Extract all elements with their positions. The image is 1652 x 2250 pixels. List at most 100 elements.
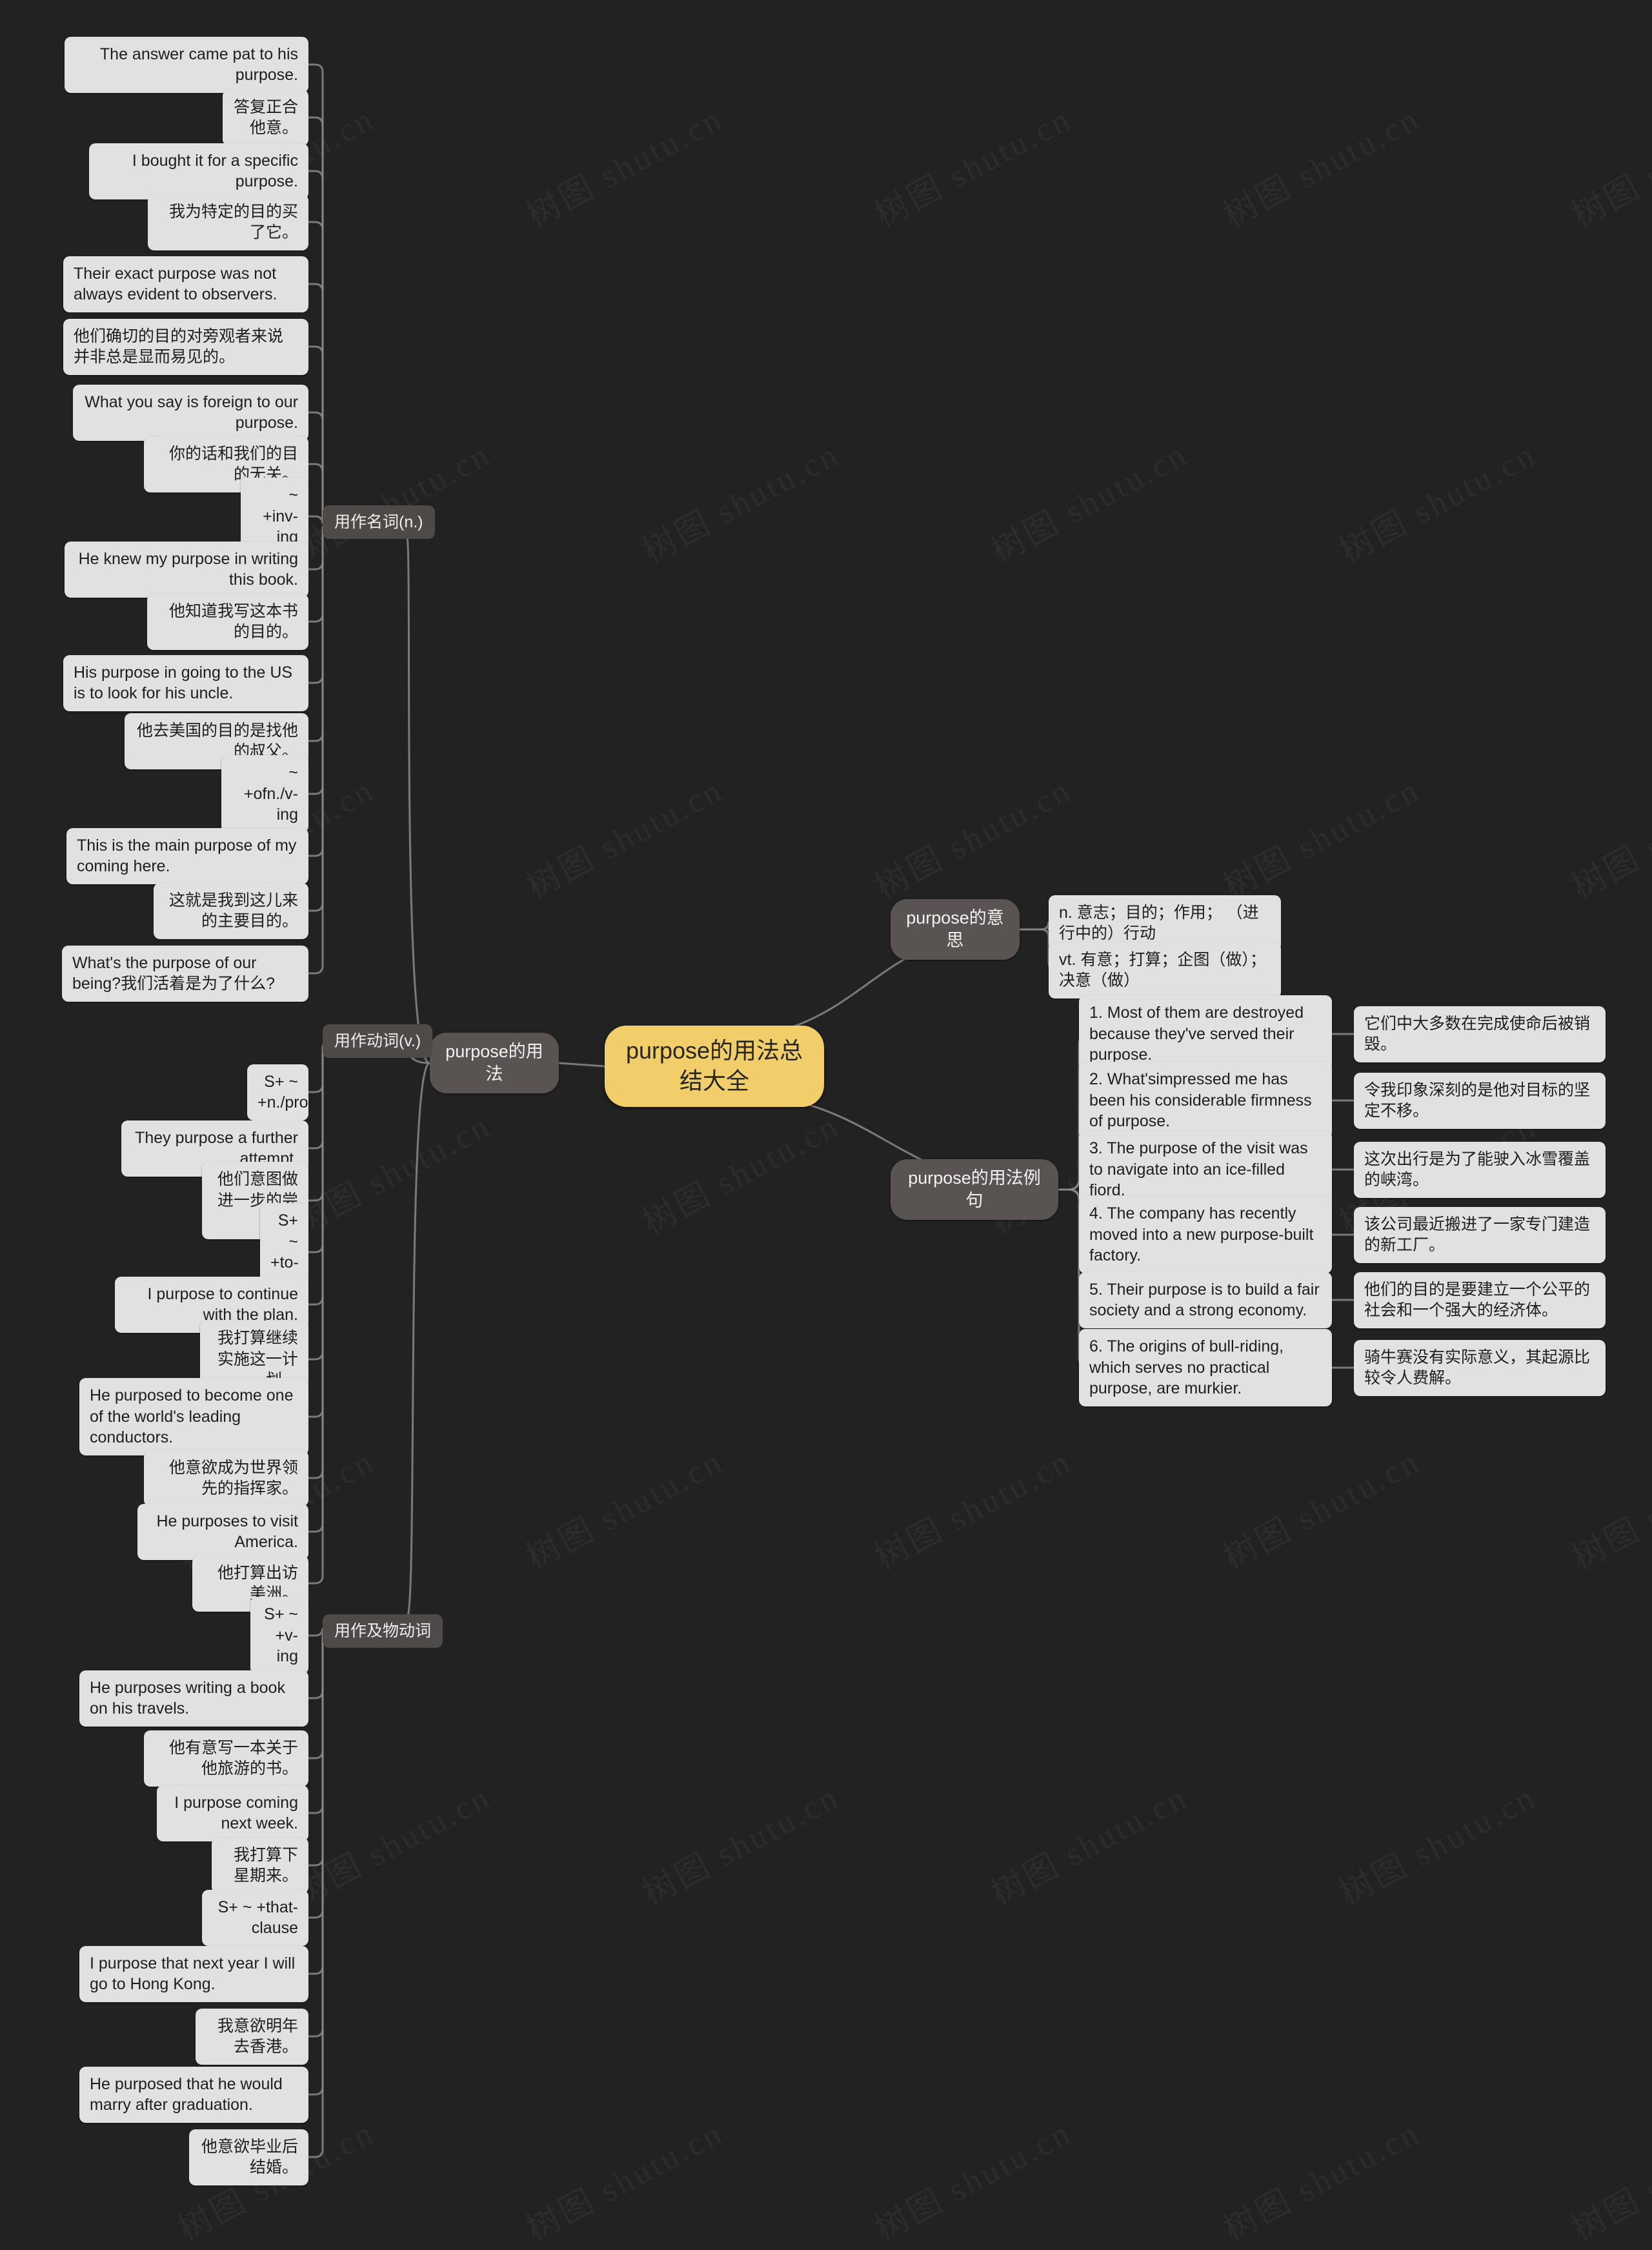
noun-item-4[interactable]: Their exact purpose was not always evide… <box>63 256 308 312</box>
meaning-item-1-label: vt. 有意；打算；企图（做）；决意（做） <box>1059 950 1266 990</box>
verb-item-14-label: 我打算下星期来。 <box>233 1845 298 1885</box>
example-en-0-label: 1. Most of them are destroyed because th… <box>1089 1004 1304 1064</box>
verb-item-6-label: He purposed to become one of the world's… <box>90 1386 294 1446</box>
verb-item-0[interactable]: S+ ~ +n./pron. <box>247 1064 322 1120</box>
verb-item-19-label: 他意欲毕业后结婚。 <box>201 2137 298 2177</box>
verb-item-12[interactable]: 他有意写一本关于他旅游的书。 <box>144 1730 308 1787</box>
noun-item-15[interactable]: 这就是我到这儿来的主要目的。 <box>154 882 308 939</box>
example-en-4-label: 5. Their purpose is to build a fair soci… <box>1089 1280 1320 1320</box>
example-en-3[interactable]: 4. The company has recently moved into a… <box>1079 1196 1332 1273</box>
verb-item-0-label: S+ ~ +n./pron. <box>257 1072 322 1112</box>
watermark: 树图 shutu.cn <box>869 2114 1078 2249</box>
example-zh-5[interactable]: 骑牛赛没有实际意义，其起源比较令人费解。 <box>1354 1339 1606 1396</box>
verb-item-16-label: I purpose that next year I will go to Ho… <box>90 1954 296 1994</box>
watermark: 树图 shutu.cn <box>869 1443 1078 1577</box>
root-node[interactable]: purpose的用法总结大全 <box>605 1026 824 1107</box>
subbranch-noun[interactable]: 用作名词(n.) <box>323 505 435 539</box>
noun-item-9[interactable]: He knew my purpose in writing this book. <box>65 541 308 598</box>
verb-item-4-label: I purpose to continue with the plan. <box>147 1284 299 1324</box>
watermark: 树图 shutu.cn <box>637 1778 846 1913</box>
noun-item-10-label: 他知道我写这本书的目的。 <box>168 602 298 642</box>
example-zh-1[interactable]: 令我印象深刻的是他对目标的坚定不移。 <box>1354 1072 1606 1129</box>
verb-item-13-label: I purpose coming next week. <box>174 1793 298 1833</box>
noun-item-13-label: ~ +ofn./v-ing <box>243 764 298 824</box>
noun-item-1[interactable]: 答复正合他意。 <box>223 89 308 146</box>
noun-item-15-label: 这就是我到这儿来的主要目的。 <box>168 891 298 931</box>
verb-item-18-label: He purposed that he would marry after gr… <box>90 2074 283 2114</box>
watermark: 树图 shutu.cn <box>521 771 730 906</box>
watermark: 树图 shutu.cn <box>288 436 498 571</box>
watermark: 树图 shutu.cn <box>637 1107 846 1242</box>
example-zh-0-label: 它们中大多数在完成使命后被销毁。 <box>1364 1014 1591 1054</box>
verb-item-17[interactable]: 我意欲明年去香港。 <box>196 2008 308 2065</box>
subbranch-transitive-label: 用作及物动词 <box>334 1621 432 1640</box>
verb-item-15[interactable]: S+ ~ +that-clause <box>202 1889 308 1946</box>
watermark: 树图 shutu.cn <box>985 1778 1194 1913</box>
verb-item-10-label: S+ ~ +v-ing <box>264 1605 298 1665</box>
watermark: 树图 shutu.cn <box>985 436 1194 571</box>
watermark: 树图 shutu.cn <box>288 1107 498 1242</box>
noun-item-11-label: His purpose in going to the US is to loo… <box>74 663 293 703</box>
subbranch-verb-label: 用作动词(v.) <box>334 1031 421 1050</box>
example-en-1[interactable]: 2. What'simpressed me has been his consi… <box>1079 1062 1332 1139</box>
watermark: 树图 shutu.cn <box>1566 1443 1652 1577</box>
verb-item-12-label: 他有意写一本关于他旅游的书。 <box>168 1738 298 1778</box>
subbranch-transitive[interactable]: 用作及物动词 <box>323 1614 443 1648</box>
verb-item-10[interactable]: S+ ~ +v-ing <box>250 1597 308 1674</box>
verb-item-19[interactable]: 他意欲毕业后结婚。 <box>189 2129 308 2185</box>
verb-item-8[interactable]: He purposes to visit America. <box>137 1503 308 1560</box>
watermark: 树图 shutu.cn <box>1334 436 1543 571</box>
mindmap-canvas[interactable]: 树图 shutu.cn 树图 shutu.cn 树图 shutu.cn 树图 shut… <box>0 0 1652 2249</box>
branch-usage[interactable]: purpose的用法 <box>430 1033 559 1094</box>
noun-item-6-label: What you say is foreign to our purpose. <box>85 392 298 432</box>
watermark: 树图 shutu.cn <box>521 100 730 235</box>
example-en-5[interactable]: 6. The origins of bull-riding, which ser… <box>1079 1329 1332 1406</box>
watermark: 树图 shutu.cn <box>521 2114 730 2249</box>
verb-item-7[interactable]: 他意欲成为世界领先的指挥家。 <box>144 1450 308 1506</box>
branch-examples[interactable]: purpose的用法例句 <box>891 1159 1058 1221</box>
verb-item-17-label: 我意欲明年去香港。 <box>217 2016 298 2056</box>
noun-item-2[interactable]: I bought it for a specific purpose. <box>89 143 308 199</box>
subbranch-verb[interactable]: 用作动词(v.) <box>323 1024 433 1058</box>
example-zh-5-label: 骑牛赛没有实际意义，其起源比较令人费解。 <box>1364 1348 1591 1388</box>
watermark: 树图 shutu.cn <box>288 1778 498 1913</box>
example-en-0[interactable]: 1. Most of them are destroyed because th… <box>1079 995 1332 1073</box>
noun-item-10[interactable]: 他知道我写这本书的目的。 <box>147 593 308 650</box>
watermark: 树图 shutu.cn <box>1566 771 1652 906</box>
noun-item-3[interactable]: 我为特定的目的买了它。 <box>148 194 308 250</box>
noun-item-14[interactable]: This is the main purpose of my coming he… <box>66 827 308 884</box>
noun-item-14-label: This is the main purpose of my coming he… <box>77 836 297 876</box>
noun-item-13[interactable]: ~ +ofn./v-ing <box>221 755 308 833</box>
watermark: 树图 shutu.cn <box>1566 100 1652 235</box>
example-zh-3[interactable]: 该公司最近搬进了一家专门建造的新工厂。 <box>1354 1206 1606 1263</box>
verb-item-13[interactable]: I purpose coming next week. <box>157 1785 308 1841</box>
watermark: 树图 shutu.cn <box>869 771 1078 906</box>
noun-item-0[interactable]: The answer came pat to his purpose. <box>65 36 308 93</box>
verb-item-16[interactable]: I purpose that next year I will go to Ho… <box>79 1945 308 2002</box>
example-en-5-label: 6. The origins of bull-riding, which ser… <box>1089 1337 1284 1397</box>
noun-item-6[interactable]: What you say is foreign to our purpose. <box>73 384 308 441</box>
verb-item-14[interactable]: 我打算下星期来。 <box>212 1837 308 1894</box>
noun-item-16-label: What's the purpose of our being?我们活着是为了什… <box>72 953 275 993</box>
noun-item-5[interactable]: 他们确切的目的对旁观者来说并非总是显而易见的。 <box>63 318 308 375</box>
branch-usage-label: purpose的用法 <box>445 1042 543 1084</box>
verb-item-7-label: 他意欲成为世界领先的指挥家。 <box>168 1458 298 1498</box>
root-node-label: purpose的用法总结大全 <box>625 1037 803 1094</box>
branch-meaning[interactable]: purpose的意思 <box>891 899 1020 960</box>
noun-item-11[interactable]: His purpose in going to the US is to loo… <box>63 654 308 711</box>
meaning-item-1[interactable]: vt. 有意；打算；企图（做）；决意（做） <box>1049 942 1281 998</box>
example-zh-4-label: 他们的目的是要建立一个公平的社会和一个强大的经济体。 <box>1364 1280 1591 1320</box>
example-en-4[interactable]: 5. Their purpose is to build a fair soci… <box>1079 1272 1332 1328</box>
example-zh-2[interactable]: 这次出行是为了能驶入冰雪覆盖的峡湾。 <box>1354 1141 1606 1198</box>
verb-item-6[interactable]: He purposed to become one of the world's… <box>79 1378 308 1455</box>
noun-item-16[interactable]: What's the purpose of our being?我们活着是为了什… <box>62 945 308 1002</box>
noun-item-9-label: He knew my purpose in writing this book. <box>78 549 298 589</box>
subbranch-noun-label: 用作名词(n.) <box>334 512 423 531</box>
verb-item-11[interactable]: He purposes writing a book on his travel… <box>79 1670 308 1727</box>
example-zh-4[interactable]: 他们的目的是要建立一个公平的社会和一个强大的经济体。 <box>1354 1272 1606 1328</box>
noun-item-8-label: ~ +inv-ing <box>263 486 298 546</box>
verb-item-18[interactable]: He purposed that he would marry after gr… <box>79 2066 308 2123</box>
watermark: 树图 shutu.cn <box>1334 1778 1543 1913</box>
example-zh-0[interactable]: 它们中大多数在完成使命后被销毁。 <box>1354 1006 1606 1062</box>
noun-item-3-label: 我为特定的目的买了它。 <box>168 202 298 242</box>
